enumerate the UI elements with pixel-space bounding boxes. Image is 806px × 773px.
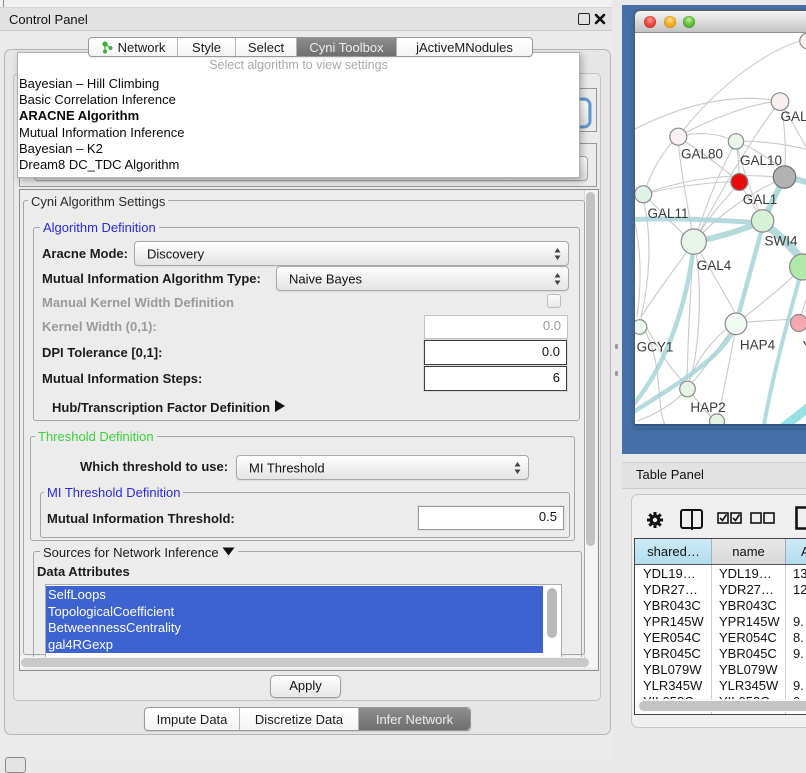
svg-text:GAL80: GAL80 xyxy=(681,147,723,162)
svg-text:GAL10: GAL10 xyxy=(740,153,782,168)
svg-text:SWI4: SWI4 xyxy=(764,234,797,249)
svg-text:GCY1: GCY1 xyxy=(637,340,674,355)
svg-text:Y: Y xyxy=(803,339,806,354)
svg-text:HAP4: HAP4 xyxy=(740,338,776,353)
svg-text:GAL8: GAL8 xyxy=(781,109,806,124)
svg-text:HAP2: HAP2 xyxy=(690,400,725,415)
svg-text:GAL4: GAL4 xyxy=(697,258,732,273)
svg-text:GAL11: GAL11 xyxy=(647,206,688,221)
svg-text:GAL1: GAL1 xyxy=(743,192,778,207)
